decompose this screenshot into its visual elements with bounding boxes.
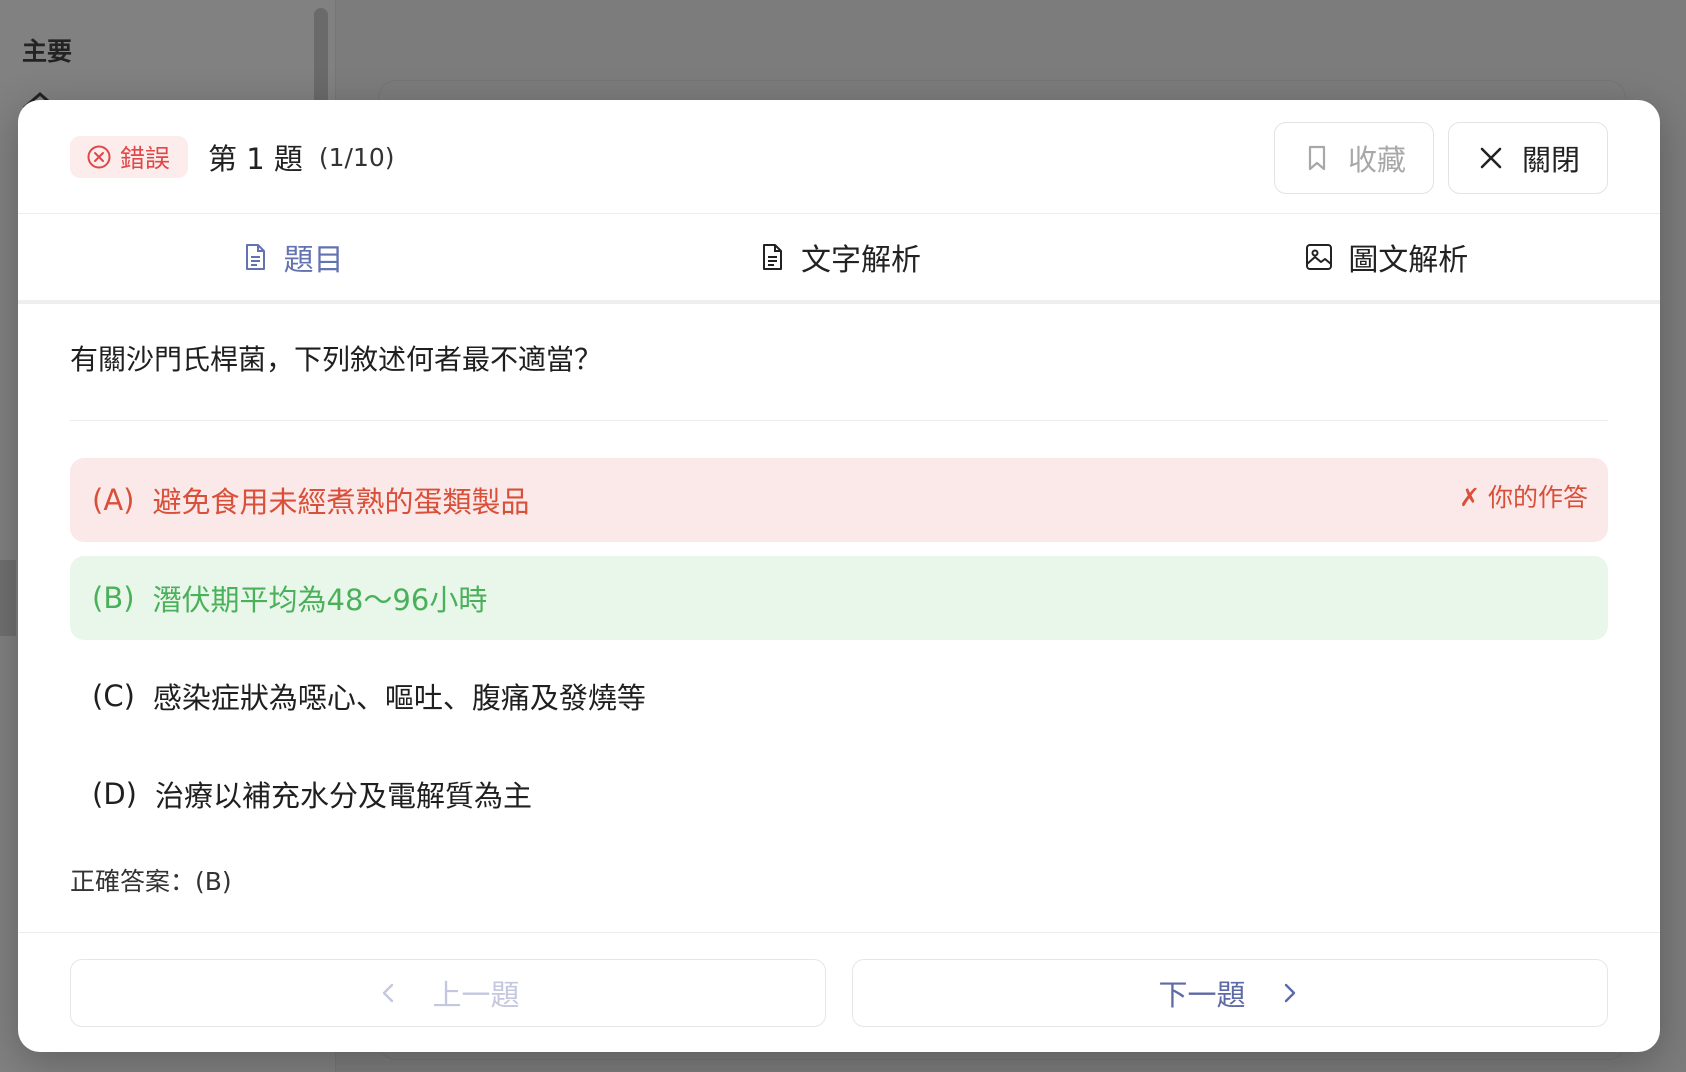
option-b[interactable]: (B) 潛伏期平均為48～96小時: [70, 556, 1608, 640]
option-letter: (C): [92, 679, 135, 713]
option-letter: (A): [92, 483, 135, 517]
bookmark-label: 收藏: [1347, 143, 1406, 177]
close-icon: [1480, 147, 1502, 169]
option-c[interactable]: (C) 感染症狀為噁心、嘔吐、腹痛及發燒等: [70, 654, 1608, 738]
sidebar-section-title: 主要: [22, 37, 73, 66]
image-icon: [1306, 244, 1333, 270]
question-number: 第 1 題: [208, 142, 303, 176]
tab-label: 題目: [283, 243, 344, 278]
tab-text-analysis[interactable]: 文字解析: [565, 214, 1112, 300]
status-label: 錯誤: [120, 144, 171, 173]
tab-question[interactable]: 題目: [18, 214, 565, 300]
close-button[interactable]: 關閉: [1448, 122, 1608, 194]
prev-question-button[interactable]: 上一題: [70, 959, 826, 1027]
option-a[interactable]: (A) 避免食用未經煮熟的蛋類製品 ✗ 你的作答: [70, 458, 1608, 542]
document-icon: [762, 244, 782, 270]
option-letter: (D): [92, 777, 137, 811]
next-label: 下一題: [1158, 978, 1246, 1012]
question-title: 第 1 題 (1/10): [208, 136, 395, 178]
option-d[interactable]: (D) 治療以補充水分及電解質為主: [70, 752, 1608, 836]
status-badge: 錯誤: [70, 136, 189, 178]
close-label: 關閉: [1521, 143, 1580, 177]
question-text: 有關沙門氏桿菌，下列敘述何者最不適當？: [70, 343, 603, 376]
background-strip: [0, 560, 16, 636]
chevron-right-icon: [1284, 983, 1295, 1003]
options-list: (A) 避免食用未經煮熟的蛋類製品 ✗ 你的作答 (B) 潛伏期平均為48～96…: [70, 458, 1608, 850]
tab-label: 文字解析: [800, 243, 921, 278]
divider: [70, 420, 1608, 421]
sidebar-scrollbar: [314, 8, 328, 108]
option-letter: (B): [92, 581, 135, 615]
modal-header: 錯誤 第 1 題 (1/10) 收藏 關閉: [18, 100, 1660, 214]
document-icon: [245, 244, 265, 270]
correct-answer: 正確答案：(B): [70, 867, 232, 896]
next-question-button[interactable]: 下一題: [852, 959, 1608, 1027]
tab-bar: 題目 文字解析 圖文解析: [18, 214, 1660, 304]
error-circle-icon: [87, 145, 111, 169]
option-text: 避免食用未經煮熟的蛋類製品: [152, 485, 530, 519]
option-text: 感染症狀為噁心、嘔吐、腹痛及發燒等: [152, 681, 646, 715]
tab-label: 圖文解析: [1348, 243, 1469, 278]
prev-label: 上一題: [432, 978, 520, 1012]
bookmark-icon: [1308, 145, 1326, 171]
bookmark-button[interactable]: 收藏: [1274, 122, 1434, 194]
option-text: 潛伏期平均為48～96小時: [152, 583, 488, 617]
tab-image-analysis[interactable]: 圖文解析: [1113, 214, 1660, 300]
question-progress: (1/10): [318, 142, 395, 172]
chevron-left-icon: [383, 983, 394, 1003]
your-answer-tag: ✗ 你的作答: [1459, 483, 1588, 512]
option-text: 治療以補充水分及電解質為主: [154, 779, 532, 813]
question-review-modal: 錯誤 第 1 題 (1/10) 收藏 關閉 題目 文字解析 圖文解析 有關沙門氏…: [18, 100, 1660, 1052]
modal-footer: 上一題 下一題: [18, 932, 1660, 1052]
